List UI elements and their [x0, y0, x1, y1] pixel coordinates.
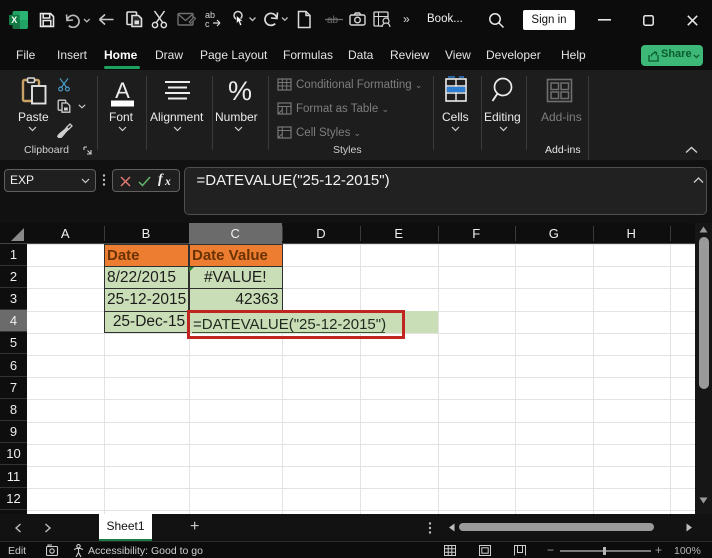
- svg-text:A: A: [115, 78, 130, 103]
- svg-text:c: c: [205, 19, 210, 29]
- svg-text:%: %: [228, 76, 252, 106]
- svg-text:X: X: [11, 15, 17, 25]
- svg-text:ab: ab: [327, 15, 339, 26]
